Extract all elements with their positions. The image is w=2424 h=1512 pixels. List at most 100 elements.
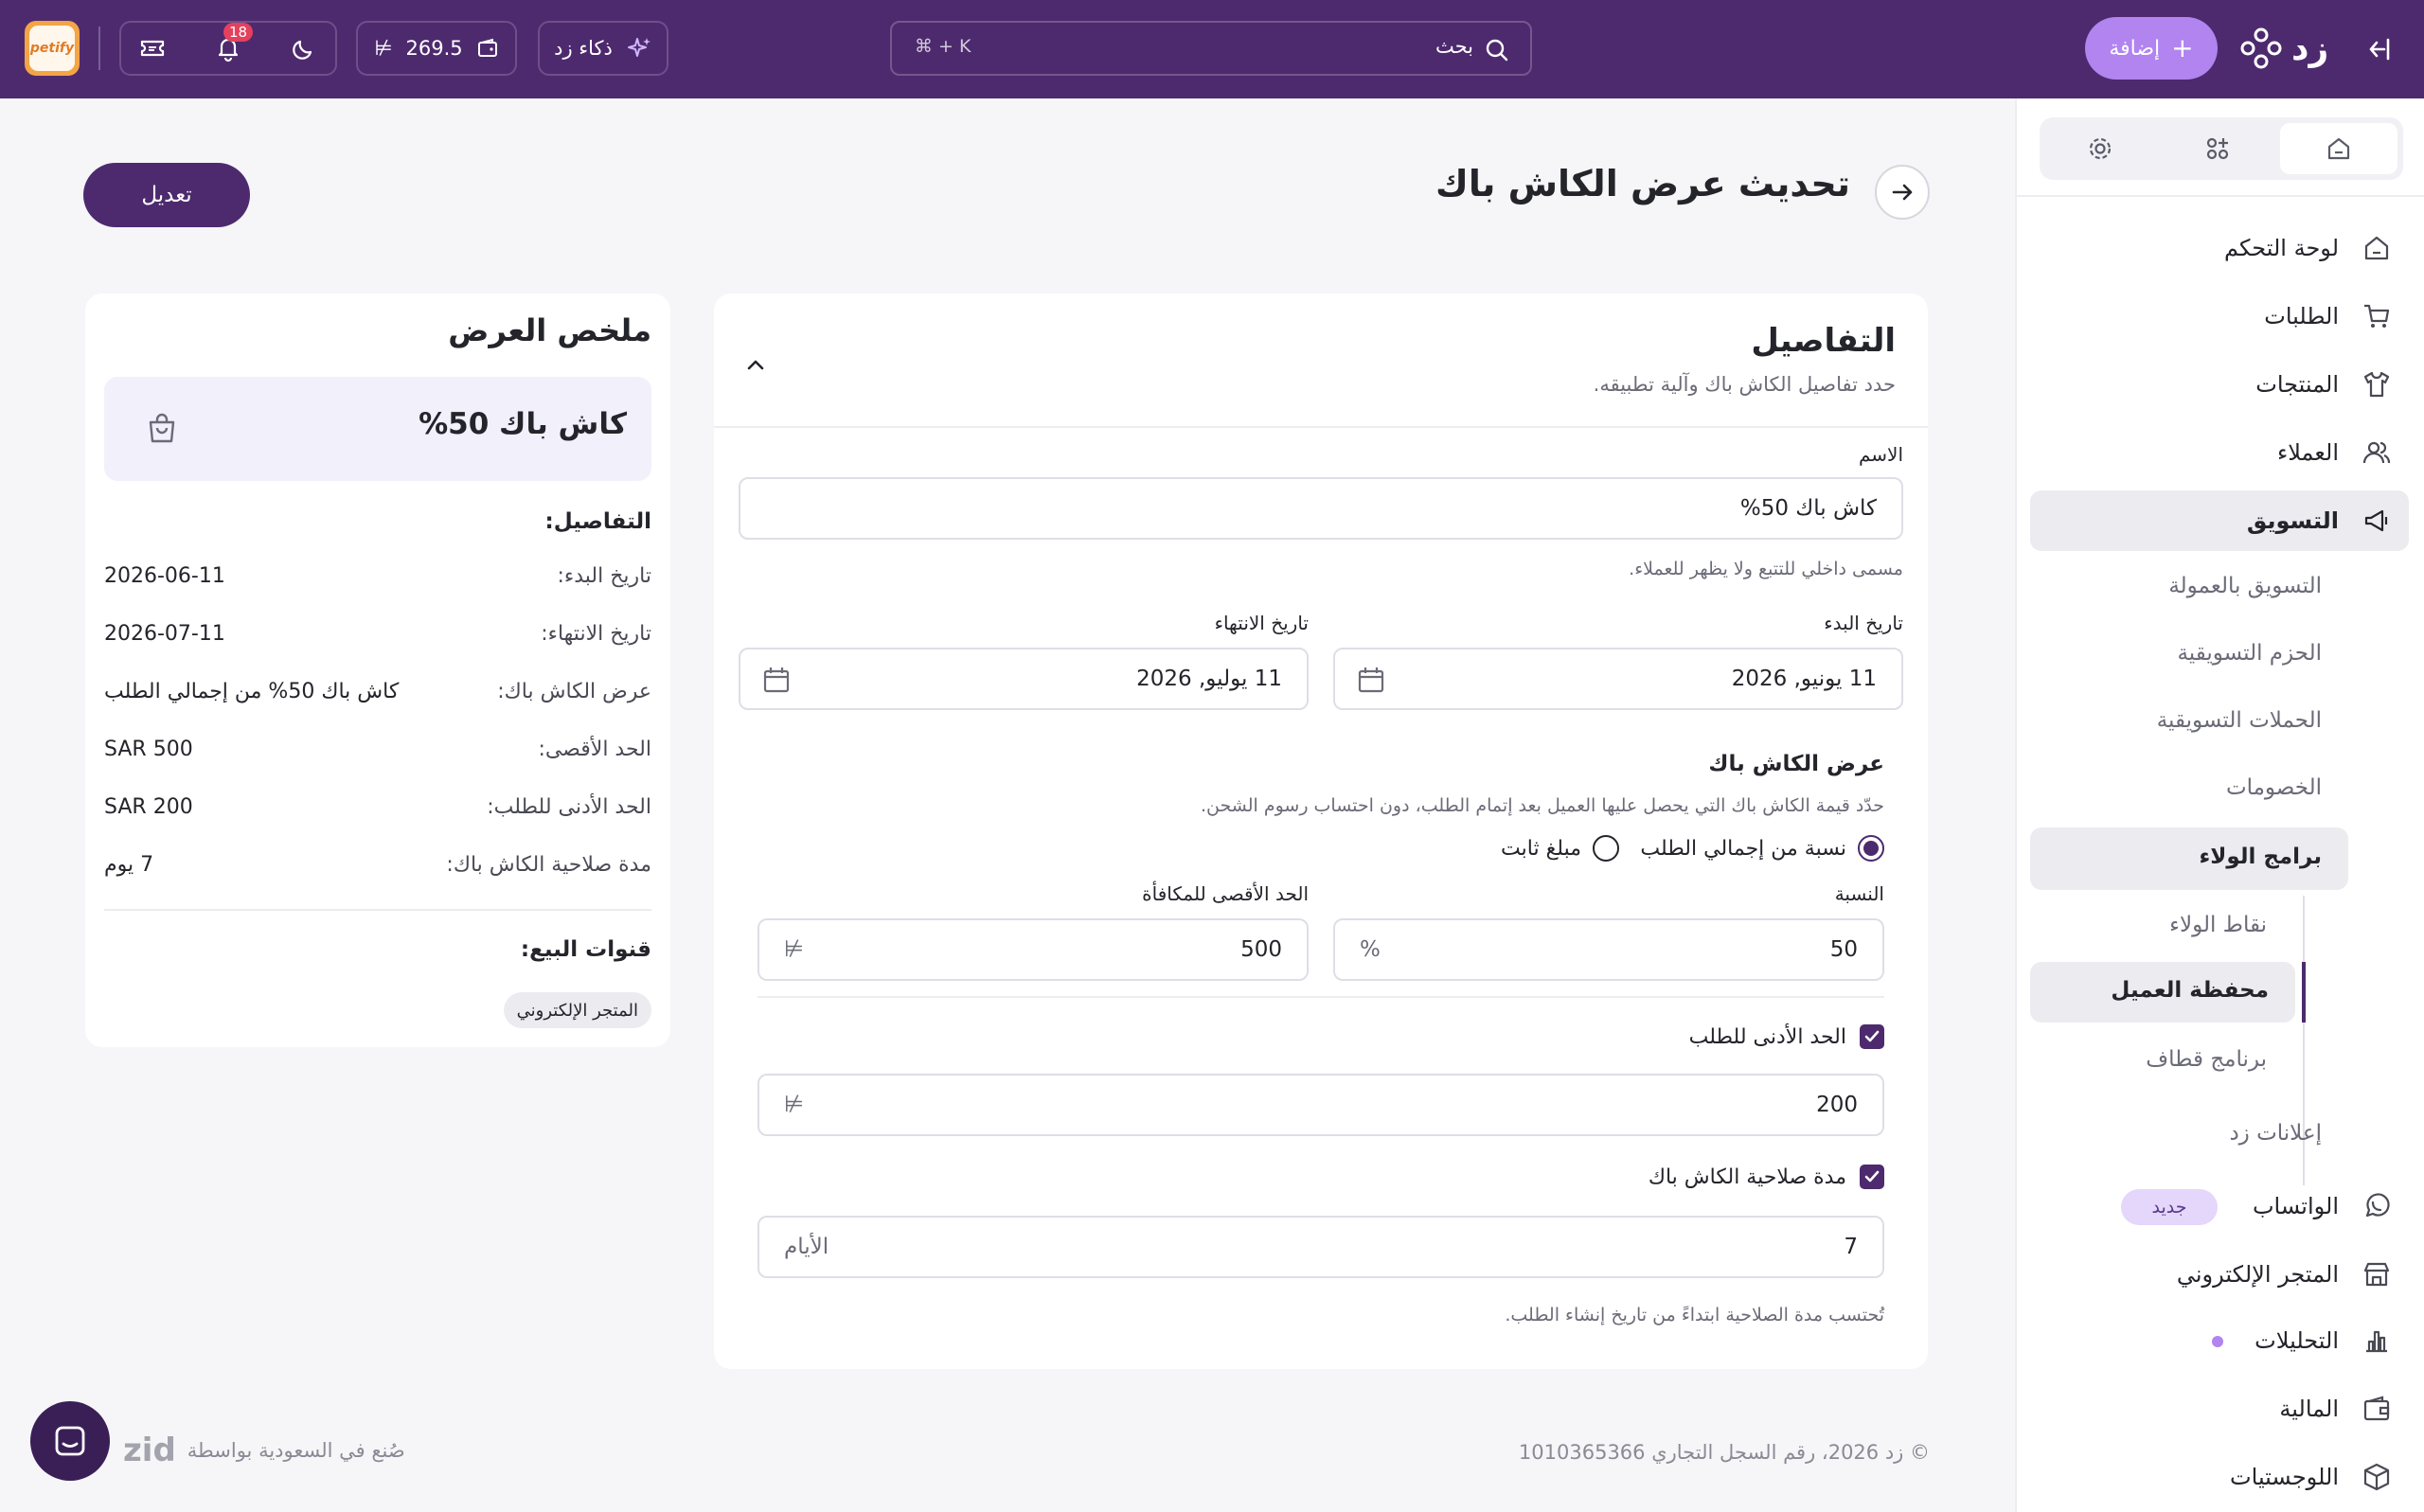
start-date-label: تاريخ البدء — [1824, 612, 1903, 634]
details-subtitle: حدد تفاصيل الكاش باك وآلية تطبيقه. — [1593, 373, 1896, 396]
max-reward-value: 500 — [1240, 937, 1282, 962]
shirt-icon — [2363, 371, 2390, 398]
chat-launcher-button[interactable] — [30, 1401, 110, 1481]
radio-unselected-indicator — [1593, 835, 1619, 862]
sidebar-item-analytics[interactable]: التحليلات — [2015, 1310, 2424, 1371]
summary-row-key: الحد الأدنى للطلب: — [487, 795, 651, 819]
calendar-icon — [1358, 667, 1384, 693]
sidebar-subitem-loyalty-points[interactable]: نقاط الولاء — [2015, 896, 2424, 956]
percent-value: 50 — [1829, 937, 1858, 962]
validity-checkbox[interactable]: مدة صلاحية الكاش باك — [1649, 1165, 1884, 1189]
add-button[interactable]: + إضافة — [2085, 17, 2218, 80]
riyal-icon: ⊭ — [374, 36, 393, 61]
sidebar-item-label: اللوجستيات — [2230, 1464, 2339, 1490]
summary-row-value: SAR 200 — [104, 795, 193, 819]
sidebar-item-label: الطلبات — [2264, 303, 2339, 329]
calendar-icon — [763, 667, 790, 693]
summary-row-key: الحد الأقصى: — [538, 738, 651, 761]
sidebar-item-label: المنتجات — [2255, 371, 2339, 398]
apps-icon — [2206, 137, 2229, 160]
sidebar-item-logistics[interactable]: اللوجستيات — [2015, 1447, 2424, 1507]
summary-offer-name: كاش باك 50% — [419, 407, 627, 441]
sidebar-subitem-discounts[interactable]: الخصومات — [2015, 758, 2424, 819]
search-input[interactable]: بحث ⌘ + K — [890, 21, 1532, 76]
back-button[interactable] — [1875, 165, 1930, 220]
riyal-icon: ⊭ — [784, 935, 804, 962]
sidebar-item-products[interactable]: المنتجات — [2015, 354, 2424, 415]
sidebar-subitem-qitaf[interactable]: برنامج قطاف — [2015, 1030, 2424, 1091]
radio-percent-of-order[interactable]: نسبة من إجمالي الطلب — [1640, 835, 1884, 862]
percent-label: النسبة — [1834, 882, 1884, 905]
ticket-icon[interactable] — [138, 34, 167, 62]
sidebar-subitem-customer-wallet[interactable]: محفظة العميل — [2030, 962, 2295, 1023]
store-logo-text: petify — [29, 41, 75, 56]
sidebar-subitem-zid-ads[interactable]: إعلانات زد — [2015, 1104, 2424, 1165]
sidebar-subitem-label: الخصومات — [2225, 775, 2322, 800]
sidebar-item-online-store[interactable]: المتجر الإلكتروني — [2015, 1244, 2424, 1305]
name-hint: مسمى داخلي للتتبع ولا يظهر للعملاء. — [1629, 559, 1903, 579]
sidebar-item-finance[interactable]: المالية — [2015, 1379, 2424, 1439]
sidebar-subitem-campaigns[interactable]: الحملات التسويقية — [2015, 691, 2424, 752]
tab-apps[interactable] — [2159, 123, 2276, 174]
wallet-amount: 269.5 — [405, 37, 463, 60]
collapse-chevron-icon[interactable] — [737, 347, 775, 384]
quick-actions-group: 18 — [119, 21, 337, 76]
details-title: التفاصيل — [1751, 322, 1896, 360]
sidebar-item-orders[interactable]: الطلبات — [2015, 286, 2424, 347]
tab-settings[interactable] — [2045, 123, 2155, 174]
max-reward-input[interactable]: 500 ⊭ — [758, 918, 1309, 981]
zid-ai-button[interactable]: ذكاء زد — [538, 21, 668, 76]
gear-icon — [2089, 137, 2112, 160]
end-date-picker[interactable]: 11 يوليو, 2026 — [739, 648, 1309, 710]
radio-fixed-amount[interactable]: مبلغ ثابت — [1501, 835, 1619, 862]
percent-input[interactable]: 50 % — [1333, 918, 1884, 981]
sidebar: لوحة التحكم الطلبات المنتجات العملاء الت… — [2015, 98, 2424, 1512]
validity-input[interactable]: 7 الأيام — [758, 1216, 1884, 1278]
summary-row-value: 2026-07-11 — [104, 622, 225, 646]
sidebar-item-label: الواتساب — [2252, 1193, 2339, 1219]
store-icon — [2363, 1262, 2390, 1287]
name-input[interactable]: كاش باك 50% — [739, 477, 1903, 540]
sidebar-item-customers[interactable]: العملاء — [2015, 422, 2424, 483]
sidebar-item-marketing[interactable]: التسويق — [2030, 490, 2409, 551]
validity-unit: الأيام — [784, 1235, 829, 1259]
checkbox-checked — [1860, 1165, 1884, 1189]
store-logo[interactable]: petify — [25, 21, 80, 76]
footer-made-in: صُنع في السعودية بواسطة zid — [123, 1432, 405, 1469]
analytics-dot-indicator — [2212, 1336, 2223, 1347]
sidebar-subitem-loyalty[interactable]: برامج الولاء — [2030, 827, 2348, 890]
radio-selected-indicator — [1858, 835, 1884, 862]
start-date-picker[interactable]: 11 يونيو, 2026 — [1333, 648, 1903, 710]
sidebar-item-dashboard[interactable]: لوحة التحكم — [2015, 218, 2424, 278]
sidebar-subitem-bundles[interactable]: الحزم التسويقية — [2015, 624, 2424, 685]
logo-text: زد — [2291, 28, 2329, 68]
sidebar-subitem-affiliate[interactable]: التسويق بالعمولة — [2015, 557, 2424, 617]
summary-row-value: كاش باك 50% من إجمالي الطلب — [104, 680, 400, 703]
summary-row-key: مدة صلاحية الكاش باك: — [446, 853, 651, 877]
home-icon — [2327, 137, 2350, 160]
sidebar-subitem-label: الحملات التسويقية — [2156, 708, 2322, 733]
min-order-input[interactable]: 200 ⊭ — [758, 1074, 1884, 1136]
top-bar: زد + إضافة بحث ⌘ + K ذكاء زد 269.5 ⊭ 18 … — [0, 0, 2424, 98]
whatsapp-icon — [2365, 1193, 2390, 1218]
summary-card: ملخص العرض كاش باك 50% التفاصيل: تاريخ ا… — [85, 294, 670, 1047]
min-order-checkbox[interactable]: الحد الأدنى للطلب — [1689, 1024, 1884, 1049]
section-divider — [758, 996, 1884, 998]
checkbox-checked — [1860, 1024, 1884, 1049]
channels-heading: قنوات البيع: — [520, 937, 651, 962]
collapse-sidebar-icon[interactable] — [2363, 30, 2401, 68]
zid-logo[interactable]: زد — [2240, 21, 2328, 76]
edit-button[interactable]: تعديل — [83, 163, 250, 227]
chat-icon — [55, 1426, 85, 1456]
name-label: الاسم — [1858, 443, 1903, 466]
sparkles-icon — [627, 38, 651, 57]
sidebar-item-whatsapp[interactable]: الواتساب جديد — [2015, 1176, 2424, 1236]
riyal-icon: ⊭ — [784, 1091, 804, 1117]
tab-home[interactable] — [2280, 123, 2397, 174]
wallet-balance-button[interactable]: 269.5 ⊭ — [356, 21, 517, 76]
moon-icon[interactable] — [290, 34, 318, 62]
ai-label: ذكاء زد — [554, 37, 613, 60]
notifications-count-badge: 18 — [223, 23, 254, 42]
summary-row: تاريخ الانتهاء: 2026-07-11 — [104, 622, 651, 654]
notifications-button[interactable]: 18 — [214, 23, 254, 62]
